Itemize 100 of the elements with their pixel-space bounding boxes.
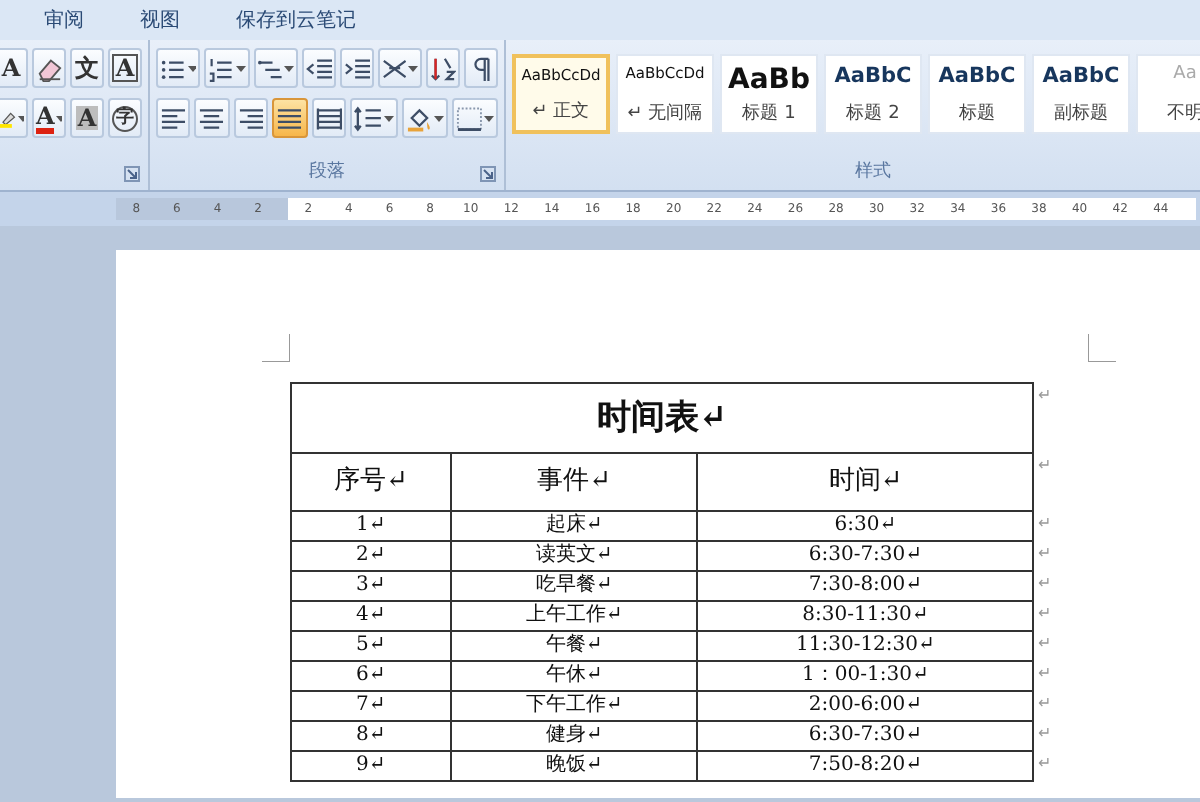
- toolbar-button[interactable]: A: [70, 98, 104, 138]
- toolbar-button[interactable]: [253, 48, 298, 88]
- bullets-icon: [160, 55, 186, 81]
- table-cell: 1：00-1:30↵: [697, 661, 1033, 691]
- toolbar-button[interactable]: [339, 48, 374, 88]
- toolbar-button[interactable]: [377, 48, 422, 88]
- table-cell: 1↵: [291, 511, 451, 541]
- ribbon-tab[interactable]: 审阅: [16, 5, 112, 35]
- table-cell: 6:30-7:30↵: [697, 541, 1033, 571]
- dialog-launcher-icon[interactable]: [480, 166, 496, 182]
- style-item[interactable]: AaBb 标题 1: [720, 54, 818, 134]
- align-center-icon: [198, 105, 226, 131]
- table-cell: 晚饭↵: [450, 751, 698, 781]
- toolbar-button[interactable]: 字: [108, 98, 142, 138]
- caret-icon: [408, 65, 418, 71]
- dialog-launcher-icon[interactable]: [124, 166, 140, 182]
- table-cell: 午休↵: [450, 661, 698, 691]
- caret-icon: [187, 65, 197, 71]
- table-cell: 6:30↵: [697, 511, 1033, 541]
- end-of-row-mark: ↵: [1038, 454, 1052, 478]
- column-header: 事件↵: [450, 453, 698, 511]
- end-of-row-mark: ↵: [1038, 512, 1052, 536]
- align-distributed-icon: [315, 105, 343, 131]
- table-cell: 健身↵: [450, 721, 698, 751]
- table-title: 时间表↵: [291, 383, 1033, 453]
- multilevel-icon: [257, 55, 283, 81]
- caret-icon: [484, 115, 495, 121]
- toolbar-button[interactable]: [32, 48, 66, 88]
- style-item[interactable]: AaBbC 副标题: [1032, 54, 1130, 134]
- table-cell: 读英文↵: [450, 541, 698, 571]
- toolbar-button[interactable]: [401, 98, 448, 138]
- style-item[interactable]: AaBbC 标题: [928, 54, 1026, 134]
- table-cell: 下午工作↵: [450, 691, 698, 721]
- align-left-icon: [160, 105, 187, 131]
- toolbar-button[interactable]: [194, 98, 230, 138]
- end-of-row-mark: ↵: [1038, 542, 1052, 566]
- toolbar-button[interactable]: [156, 98, 191, 138]
- table-cell: 6:30-7:30↵: [697, 721, 1033, 751]
- column-header: 时间↵: [697, 453, 1033, 511]
- end-of-row-mark: ↵: [1038, 602, 1052, 626]
- toolbar-button[interactable]: A: [32, 98, 66, 138]
- end-of-row-mark: ↵: [1038, 722, 1052, 746]
- toolbar-button[interactable]: [311, 98, 347, 138]
- table-cell: 7:50-8:20↵: [697, 751, 1033, 781]
- asian-layout-icon: [381, 55, 407, 81]
- table-cell: 9↵: [291, 751, 451, 781]
- toolbar-button[interactable]: [272, 98, 308, 138]
- caret-icon: [17, 115, 24, 121]
- table-cell: 8↵: [291, 721, 451, 751]
- align-justify-icon: [276, 105, 304, 131]
- table-cell: 午餐↵: [450, 631, 698, 661]
- toolbar-button[interactable]: [204, 48, 249, 88]
- toolbar-button[interactable]: [350, 98, 398, 138]
- line-spacing-icon: [354, 105, 382, 131]
- caret-icon: [383, 115, 394, 121]
- ribbon-tab[interactable]: 视图: [112, 5, 208, 35]
- table-cell: 7↵: [291, 691, 451, 721]
- caret-icon: [284, 65, 294, 71]
- toolbar-button[interactable]: A: [108, 48, 142, 88]
- align-right-icon: [237, 105, 265, 131]
- crop-mark-icon: [262, 334, 290, 362]
- table-cell: 2:00-6:00↵: [697, 691, 1033, 721]
- toolbar-button[interactable]: A: [0, 48, 28, 88]
- numbering-icon: [208, 55, 234, 81]
- caret-icon: [434, 115, 444, 121]
- toolbar-button[interactable]: [464, 48, 498, 88]
- caret-icon: [235, 65, 245, 71]
- end-of-row-mark: ↵: [1038, 752, 1052, 776]
- toolbar-button[interactable]: [233, 98, 269, 138]
- style-item[interactable]: AaBbC 标题 2: [824, 54, 922, 134]
- group-label: 样式: [855, 159, 891, 185]
- ribbon-tab[interactable]: 保存到云笔记: [208, 5, 384, 35]
- end-of-row-mark: ↵: [1038, 384, 1052, 408]
- end-of-row-mark: ↵: [1038, 692, 1052, 716]
- table-cell: 上午工作↵: [450, 601, 698, 631]
- column-header: 序号↵: [291, 453, 451, 511]
- eraser-icon: [36, 55, 62, 81]
- table-cell: 5↵: [291, 631, 451, 661]
- end-of-row-mark: ↵: [1038, 662, 1052, 686]
- crop-mark-icon: [1088, 334, 1116, 362]
- toolbar-button[interactable]: [301, 48, 336, 88]
- toolbar-button[interactable]: [0, 98, 28, 138]
- table-cell: 起床↵: [450, 511, 698, 541]
- indent-decrease-icon: [305, 55, 332, 81]
- borders-icon: [455, 105, 483, 131]
- table-cell: 6↵: [291, 661, 451, 691]
- table-cell: 8:30-11:30↵: [697, 601, 1033, 631]
- table-cell: 吃早餐↵: [450, 571, 698, 601]
- table-cell: 7:30-8:00↵: [697, 571, 1033, 601]
- end-of-row-mark: ↵: [1038, 632, 1052, 656]
- table-cell: 3↵: [291, 571, 451, 601]
- caret-icon: [56, 115, 62, 121]
- indent-increase-icon: [343, 55, 370, 81]
- toolbar-button[interactable]: [156, 48, 201, 88]
- toolbar-button[interactable]: 文: [70, 48, 104, 88]
- toolbar-button[interactable]: [426, 48, 460, 88]
- toolbar-button[interactable]: [451, 98, 499, 138]
- group-label: 段落: [309, 159, 345, 185]
- sort-icon: [430, 55, 456, 81]
- shading-icon: [405, 105, 433, 131]
